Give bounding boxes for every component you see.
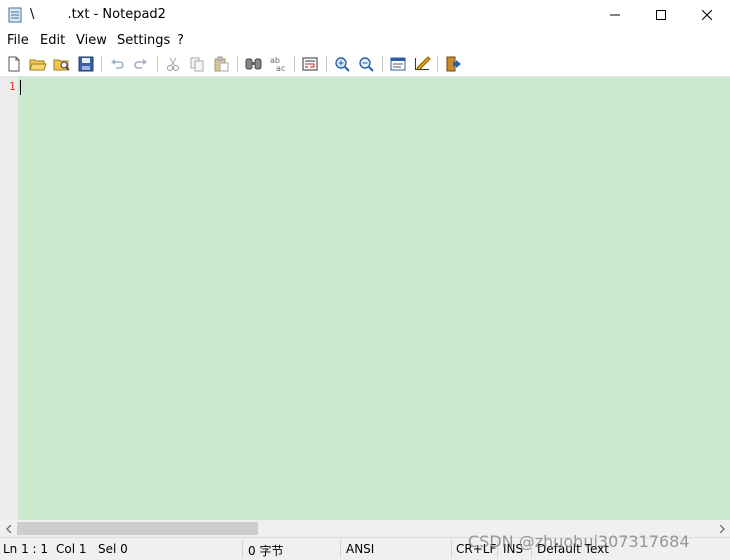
browse-button[interactable] — [52, 54, 72, 74]
cut-button[interactable] — [163, 54, 183, 74]
open-folder-icon — [29, 59, 47, 71]
paste-button[interactable] — [211, 54, 231, 74]
toolbar-separator — [326, 56, 327, 72]
maximize-button[interactable] — [638, 0, 684, 30]
new-button[interactable] — [4, 54, 24, 74]
copy-button[interactable] — [187, 54, 207, 74]
redo-icon — [134, 59, 147, 69]
menu-bar: File Edit View Settings ? — [0, 31, 730, 51]
paste-icon — [214, 56, 229, 72]
cut-icon — [167, 57, 179, 71]
toolbar-separator — [157, 56, 158, 72]
zoom-in-icon — [335, 57, 350, 72]
close-button[interactable] — [684, 0, 730, 30]
editor[interactable]: 1 — [0, 77, 730, 520]
horizontal-scroll-thumb[interactable] — [17, 522, 258, 535]
menu-help[interactable]: ? — [177, 33, 184, 48]
menu-file[interactable]: File — [7, 33, 29, 48]
customize-scheme-button[interactable] — [412, 54, 432, 74]
maximize-icon — [656, 10, 666, 20]
redo-button[interactable] — [131, 54, 151, 74]
minimize-button[interactable] — [592, 0, 638, 30]
save-icon — [78, 56, 94, 72]
word-wrap-button[interactable] — [300, 54, 320, 74]
menu-view[interactable]: View — [76, 33, 107, 48]
copy-icon — [190, 57, 204, 72]
undo-icon — [111, 59, 124, 69]
scroll-right-button[interactable] — [713, 520, 730, 537]
zoom-out-button[interactable] — [356, 54, 376, 74]
chevron-left-icon — [5, 524, 11, 533]
title-bar: \ .txt - Notepad2 — [0, 0, 730, 30]
window-title: \ .txt - Notepad2 — [30, 7, 166, 22]
status-separator — [340, 540, 341, 558]
status-separator — [451, 540, 452, 558]
status-encoding[interactable]: ANSI — [346, 542, 374, 556]
undo-button[interactable] — [107, 54, 127, 74]
toolbar-separator — [382, 56, 383, 72]
toolbar: ab ac — [0, 52, 730, 77]
status-size: 0 字节 — [248, 544, 284, 558]
toolbar-separator — [294, 56, 295, 72]
zoom-in-button[interactable] — [332, 54, 352, 74]
toolbar-separator — [237, 56, 238, 72]
exit-icon — [446, 56, 461, 72]
line-number-gutter: 1 — [0, 77, 18, 520]
status-column: Col 1 — [56, 542, 87, 556]
text-caret — [20, 80, 21, 95]
text-area[interactable] — [18, 77, 730, 520]
toolbar-separator — [437, 56, 438, 72]
chevron-right-icon — [719, 524, 725, 533]
browse-icon — [53, 59, 70, 71]
line-number: 1 — [9, 80, 16, 93]
minimize-icon — [610, 14, 620, 16]
new-file-icon — [8, 56, 20, 72]
replace-icon: abac — [270, 56, 285, 73]
menu-settings[interactable]: Settings — [117, 33, 170, 48]
svg-text:ac: ac — [276, 64, 285, 73]
toolbar-separator — [101, 56, 102, 72]
exit-button[interactable] — [443, 54, 463, 74]
status-separator — [242, 540, 243, 558]
status-position: Ln 1 : 1 — [3, 542, 49, 556]
select-scheme-icon — [390, 57, 406, 71]
close-icon — [702, 10, 712, 20]
open-button[interactable] — [28, 54, 48, 74]
zoom-out-icon — [359, 57, 374, 72]
watermark: CSDN @zhuohui307317684 — [468, 532, 690, 551]
customize-scheme-icon — [415, 56, 431, 71]
notepad-app-icon — [8, 7, 22, 23]
scroll-left-button[interactable] — [0, 520, 17, 537]
select-scheme-button[interactable] — [388, 54, 408, 74]
replace-button[interactable]: ab ac — [268, 54, 288, 74]
word-wrap-icon — [302, 57, 318, 71]
menu-edit[interactable]: Edit — [40, 33, 65, 48]
find-button[interactable] — [244, 54, 264, 74]
save-button[interactable] — [76, 54, 96, 74]
status-selection: Sel 0 — [98, 542, 128, 556]
find-icon — [245, 58, 262, 70]
